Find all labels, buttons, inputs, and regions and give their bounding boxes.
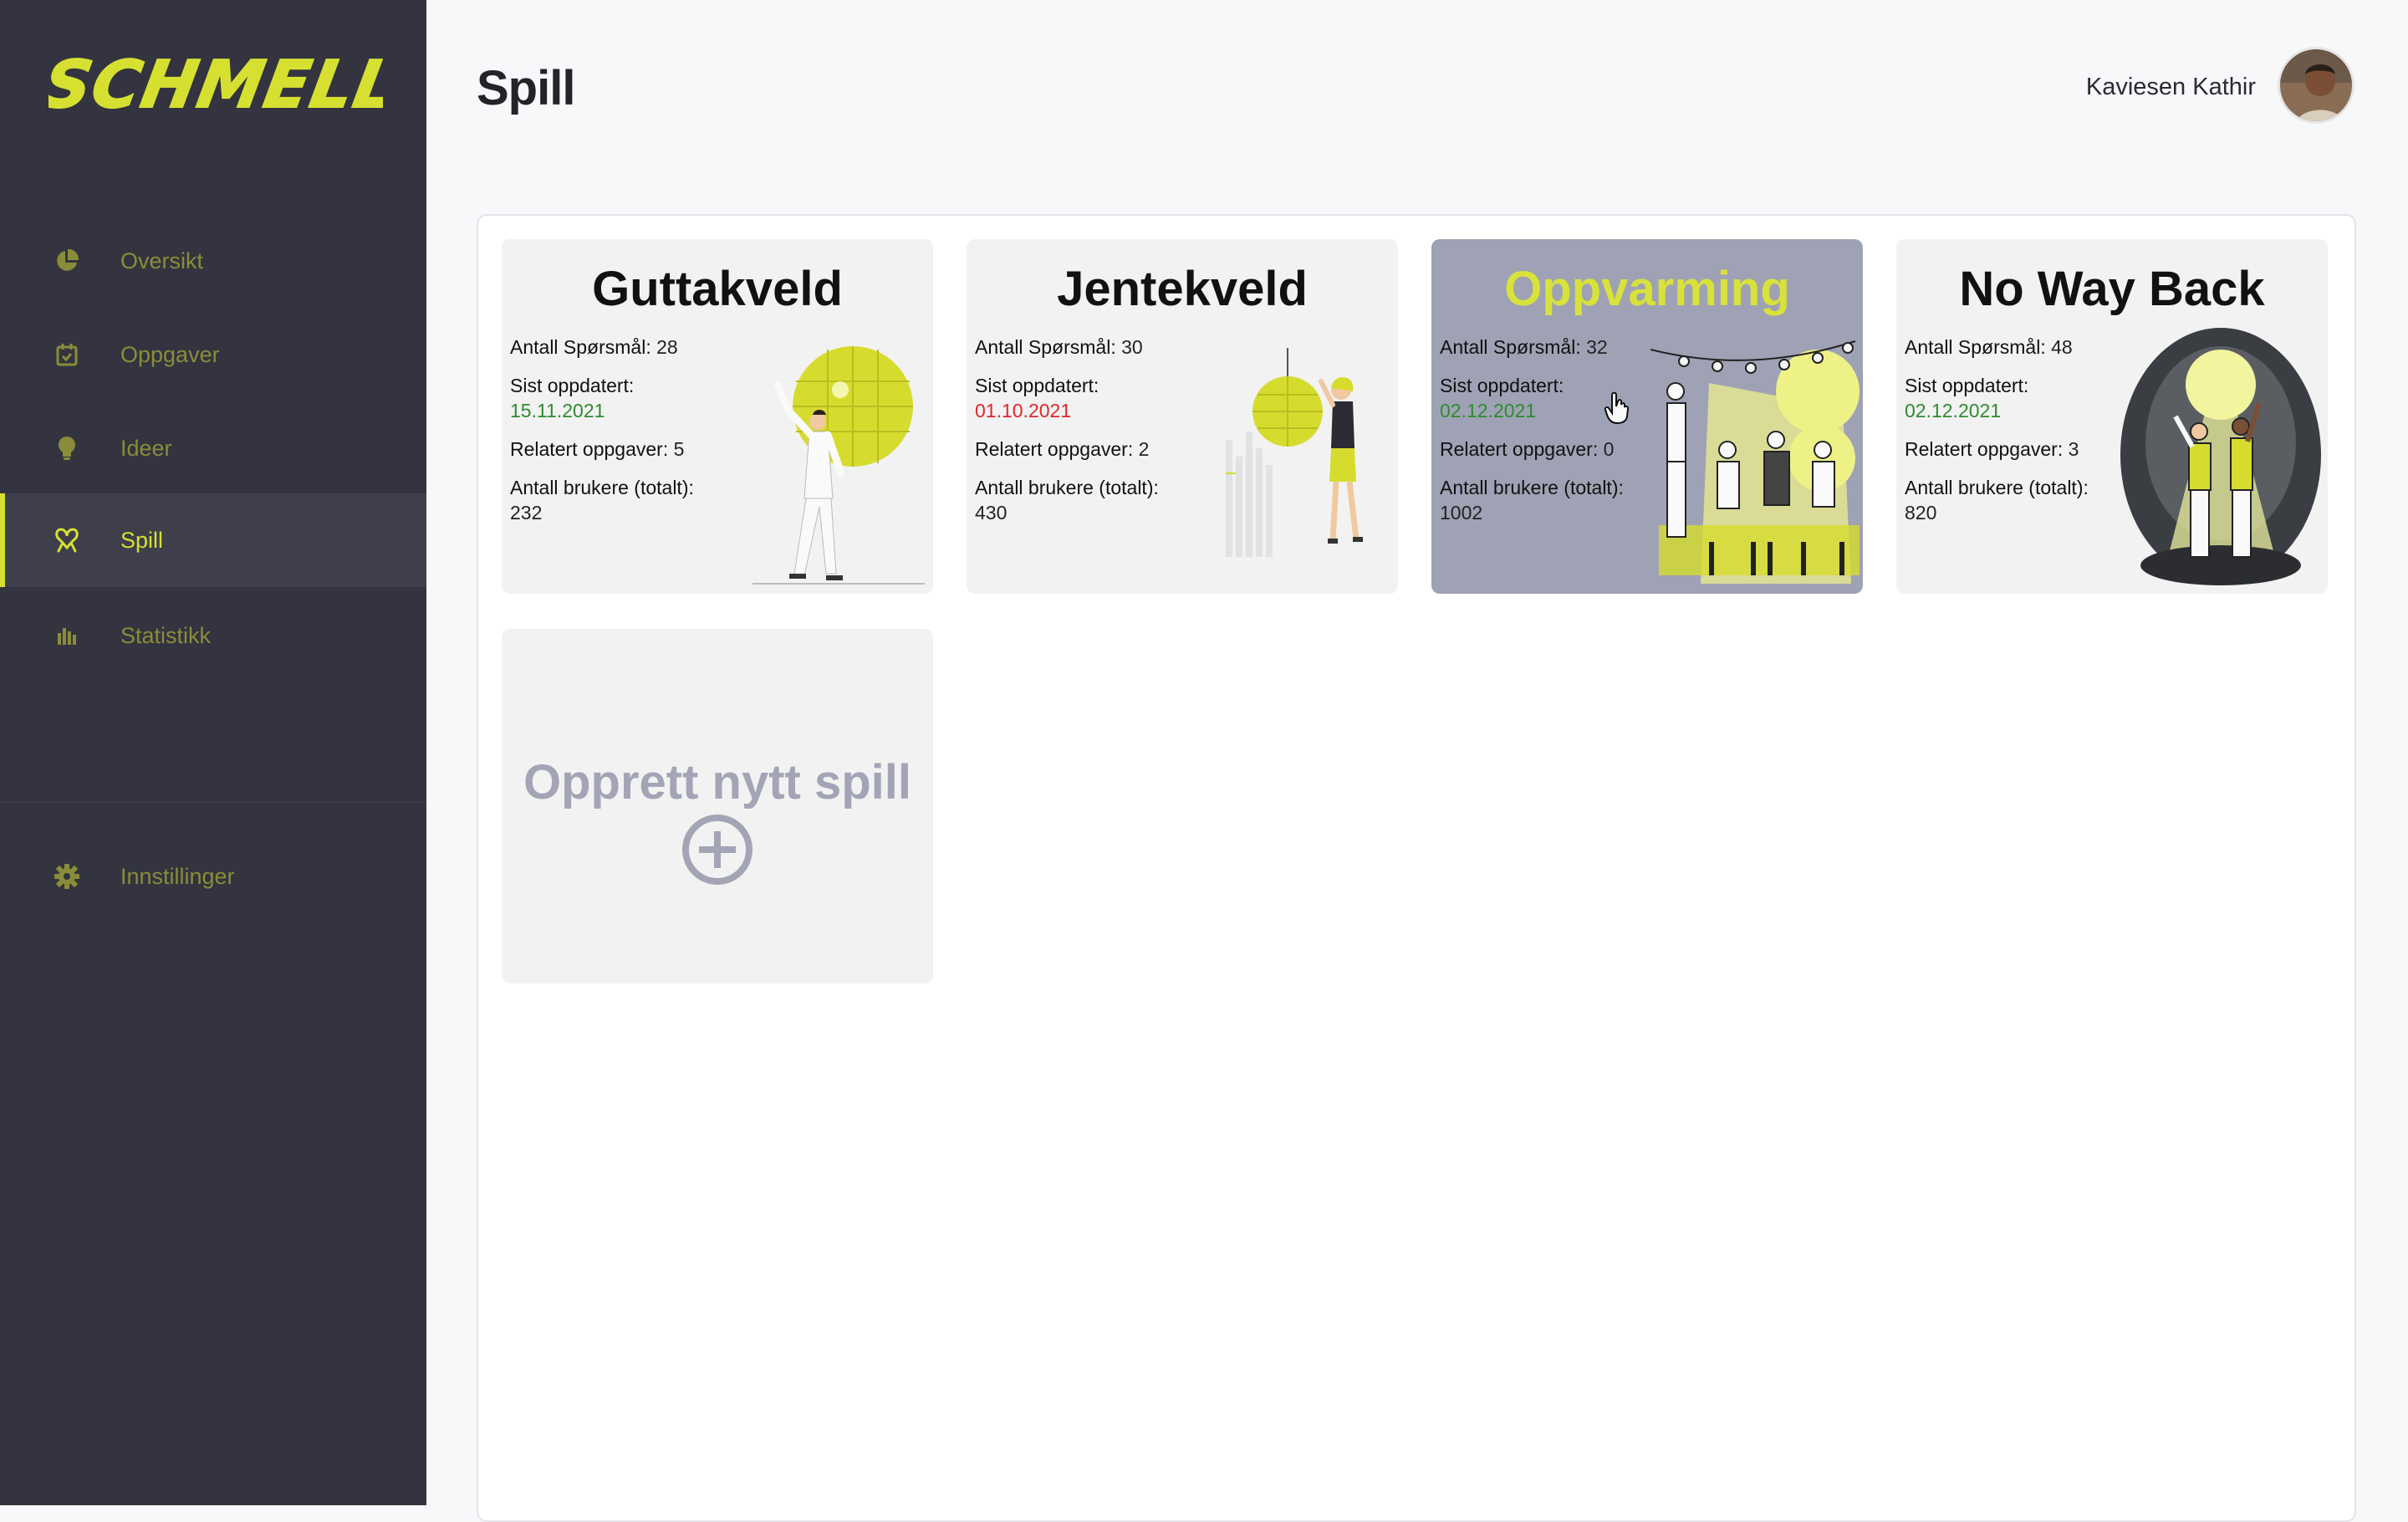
friends-party-illustration: [1650, 340, 1860, 584]
game-card-oppvarming[interactable]: Oppvarming Antall Spørsmål: 32 Sist oppd…: [1431, 239, 1863, 594]
sidebar-item-innstillinger[interactable]: Innstillinger: [0, 830, 426, 923]
updated-value: 01.10.2021: [975, 400, 1072, 421]
questions-value: 28: [656, 336, 678, 358]
sidebar-item-statistikk[interactable]: Statistikk: [0, 589, 426, 682]
sidebar-item-oversikt[interactable]: Oversikt: [0, 214, 426, 308]
dancing-couple-illustration: [2120, 328, 2321, 585]
game-card-guttakveld[interactable]: Guttakveld Antall Spørsmål: 28 Sist oppd…: [502, 239, 933, 594]
updated-label: Sist oppdatert:: [1905, 375, 2029, 396]
sidebar-item-label: Innstillinger: [120, 863, 235, 889]
game-stats: Antall Spørsmål: 28 Sist oppdatert: 15.11…: [510, 335, 694, 539]
schmell-logo[interactable]: SCHMELL!: [48, 42, 383, 125]
sidebar-divider: [0, 801, 426, 803]
users-label: Antall brukere (totalt):: [1905, 477, 2089, 498]
updated-value: 02.12.2021: [1905, 400, 2002, 421]
updated-value: 15.11.2021: [510, 400, 605, 421]
game-card-jentekveld[interactable]: Jentekveld Antall Spørsmål: 30 Sist oppd…: [967, 239, 1398, 594]
related-value: 5: [673, 438, 685, 460]
questions-value: 48: [2051, 336, 2073, 358]
hand-cursor-icon: [1604, 391, 1630, 425]
active-indicator: [0, 493, 5, 587]
related-value: 3: [2068, 438, 2079, 460]
sidebar-item-spill[interactable]: Spill: [0, 493, 426, 587]
updated-value: 02.12.2021: [1440, 400, 1537, 421]
questions-label: Antall Spørsmål:: [510, 336, 651, 358]
users-value: 820: [1905, 502, 1937, 524]
sidebar-item-label: Spill: [120, 527, 164, 553]
sidebar-item-label: Ideer: [120, 435, 172, 461]
lightbulb-icon: [52, 433, 82, 463]
related-label: Relatert oppgaver:: [975, 438, 1134, 460]
sidebar-item-label: Oppgaver: [120, 341, 220, 367]
page-title: Spill: [477, 61, 575, 115]
sidebar: SCHMELL! Oversikt Oppgaver Ideer Spill S…: [0, 0, 426, 1505]
related-label: Relatert oppgaver:: [510, 438, 669, 460]
questions-label: Antall Spørsmål:: [1905, 336, 2046, 358]
users-value: 232: [510, 502, 543, 524]
questions-label: Antall Spørsmål:: [975, 336, 1116, 358]
users-value: 430: [975, 502, 1008, 524]
ribbon-icon: [52, 525, 82, 555]
sidebar-item-oppgaver[interactable]: Oppgaver: [0, 308, 426, 401]
sidebar-item-label: Statistikk: [120, 622, 212, 648]
plus-circle-icon: [682, 815, 752, 885]
game-title: Guttakveld: [592, 262, 843, 316]
svg-text:SCHMELL!: SCHMELL!: [48, 47, 383, 123]
games-panel: Guttakveld Antall Spørsmål: 28 Sist oppd…: [477, 214, 2356, 1522]
updated-label: Sist oppdatert:: [975, 375, 1099, 396]
game-title: Jentekveld: [1057, 262, 1308, 316]
avatar[interactable]: [2278, 47, 2354, 124]
users-value: 1002: [1440, 502, 1483, 524]
related-value: 0: [1603, 438, 1615, 460]
disco-dancer-illustration: [752, 346, 925, 585]
calendar-check-icon: [52, 340, 82, 370]
related-value: 2: [1138, 438, 1150, 460]
game-stats: Antall Spørsmål: 32 Sist oppdatert: 02.12…: [1440, 335, 1624, 539]
game-card-no-way-back[interactable]: No Way Back Antall Spørsmål: 48 Sist opp…: [1896, 239, 2328, 594]
questions-value: 32: [1586, 336, 1608, 358]
users-label: Antall brukere (totalt):: [1440, 477, 1624, 498]
game-title: Oppvarming: [1504, 262, 1790, 316]
game-stats: Antall Spørsmål: 48 Sist oppdatert: 02.12…: [1905, 335, 2089, 539]
updated-label: Sist oppdatert:: [510, 375, 635, 396]
users-label: Antall brukere (totalt):: [510, 477, 694, 498]
users-label: Antall brukere (totalt):: [975, 477, 1159, 498]
game-title: No Way Back: [1959, 262, 2265, 316]
create-game-label: Opprett nytt spill: [523, 755, 911, 810]
gear-icon: [52, 861, 82, 891]
user-name[interactable]: Kaviesen Kathir: [2086, 74, 2256, 101]
updated-label: Sist oppdatert:: [1440, 375, 1564, 396]
related-label: Relatert oppgaver:: [1905, 438, 2064, 460]
questions-value: 30: [1121, 336, 1143, 358]
bar-chart-icon: [52, 621, 82, 651]
sidebar-item-label: Oversikt: [120, 248, 204, 273]
questions-label: Antall Spørsmål:: [1440, 336, 1581, 358]
pie-chart-icon: [52, 246, 82, 276]
create-game-card[interactable]: Opprett nytt spill: [502, 629, 933, 983]
game-stats: Antall Spørsmål: 30 Sist oppdatert: 01.10…: [975, 335, 1159, 539]
party-girl-illustration: [1226, 348, 1363, 557]
sidebar-item-ideer[interactable]: Ideer: [0, 401, 426, 495]
related-label: Relatert oppgaver:: [1440, 438, 1599, 460]
